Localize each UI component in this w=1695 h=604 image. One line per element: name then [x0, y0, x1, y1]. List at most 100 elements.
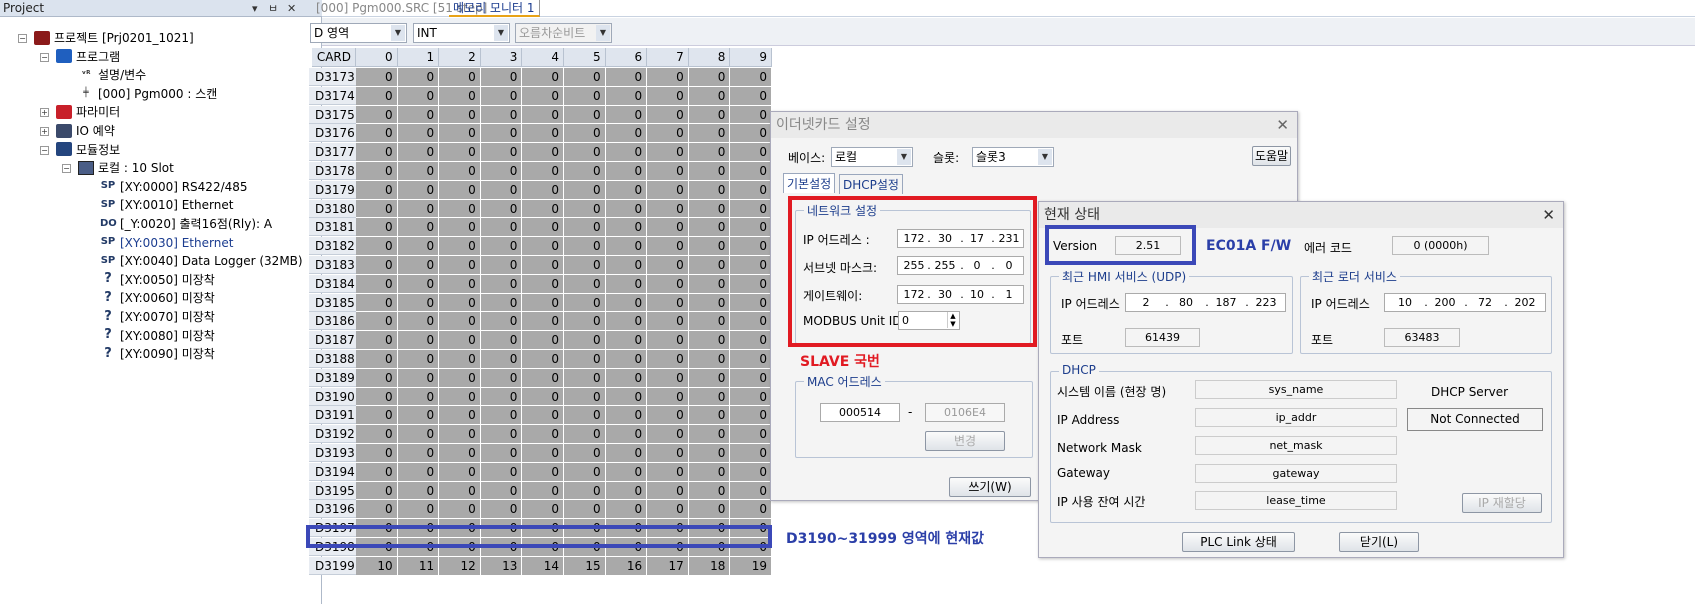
expand-toggle-icon[interactable]: −: [40, 145, 49, 155]
grid-cell[interactable]: 0: [522, 124, 564, 144]
grid-cell[interactable]: 0: [356, 199, 398, 219]
grid-cell[interactable]: 0: [564, 68, 606, 87]
grid-cell[interactable]: 0: [356, 387, 398, 407]
grid-cell[interactable]: 0: [356, 256, 398, 275]
grid-cell[interactable]: 0: [480, 500, 523, 520]
grid-cell[interactable]: 0: [605, 180, 648, 200]
grid-cell[interactable]: 0: [397, 218, 440, 238]
grid-cell[interactable]: 0: [439, 199, 481, 219]
grid-cell[interactable]: 0: [564, 368, 606, 388]
grid-cell[interactable]: 0: [522, 444, 564, 463]
grid-cell[interactable]: 0: [356, 368, 398, 388]
grid-cell[interactable]: 0: [480, 124, 523, 144]
grid-cell[interactable]: 0: [688, 68, 731, 87]
grid-cell[interactable]: 0: [647, 368, 689, 388]
grid-cell[interactable]: 0: [397, 180, 440, 200]
grid-cell[interactable]: 0: [522, 331, 564, 350]
grid-cell[interactable]: 19: [730, 556, 772, 576]
grid-cell[interactable]: 0: [605, 350, 648, 369]
grid-cell[interactable]: 0: [688, 368, 731, 388]
expand-toggle-icon[interactable]: −: [18, 34, 27, 43]
grid-cell[interactable]: 0: [356, 105, 398, 125]
grid-cell[interactable]: 0: [480, 312, 523, 332]
grid-cell[interactable]: 0: [647, 256, 689, 275]
grid-cell[interactable]: 0: [439, 143, 481, 162]
tree-node[interactable]: 파라미터: [56, 103, 120, 121]
grid-cell[interactable]: 0: [356, 312, 398, 332]
grid-cell[interactable]: 0: [522, 312, 564, 332]
grid-cell[interactable]: 0: [730, 331, 772, 350]
grid-cell[interactable]: 0: [647, 143, 689, 162]
grid-cell[interactable]: 0: [439, 425, 481, 444]
grid-cell[interactable]: 0: [356, 143, 398, 162]
grid-cell[interactable]: 0: [480, 462, 523, 482]
grid-cell[interactable]: 0: [688, 481, 731, 501]
grid-cell[interactable]: 0: [688, 350, 731, 369]
tree-node[interactable]: ? [XY:0050] 미장착: [100, 271, 215, 289]
grid-cell[interactable]: 0: [480, 199, 523, 219]
grid-cell[interactable]: 0: [564, 218, 606, 238]
grid-cell[interactable]: 0: [564, 425, 606, 444]
grid-cell[interactable]: 0: [730, 425, 772, 444]
write-button[interactable]: 쓰기(W): [949, 477, 1031, 497]
grid-cell[interactable]: 0: [439, 500, 481, 520]
grid-cell[interactable]: 0: [439, 274, 481, 294]
grid-cell[interactable]: 0: [439, 312, 481, 332]
grid-cell[interactable]: 0: [522, 237, 564, 256]
grid-cell[interactable]: 0: [730, 86, 772, 106]
grid-cell[interactable]: 0: [480, 143, 523, 162]
base-select[interactable]: 로컬 ▼: [831, 147, 913, 167]
tree-node[interactable]: 프로젝트 [Prj0201_1021]: [34, 29, 194, 47]
grid-cell[interactable]: 0: [356, 462, 398, 482]
grid-cell[interactable]: 0: [605, 444, 648, 463]
grid-cell[interactable]: 0: [688, 387, 731, 407]
grid-cell[interactable]: 0: [730, 293, 772, 313]
option-select[interactable]: 오름차순비트 ▼: [515, 23, 612, 43]
grid-cell[interactable]: 0: [647, 481, 689, 501]
grid-cell[interactable]: 0: [647, 425, 689, 444]
grid-cell[interactable]: 0: [647, 86, 689, 106]
grid-cell[interactable]: 0: [688, 462, 731, 482]
grid-cell[interactable]: 0: [730, 218, 772, 238]
grid-cell[interactable]: 0: [356, 68, 398, 87]
grid-cell[interactable]: 0: [522, 500, 564, 520]
grid-cell[interactable]: 0: [688, 293, 731, 313]
grid-cell[interactable]: 0: [564, 180, 606, 200]
grid-cell[interactable]: 0: [522, 293, 564, 313]
grid-cell[interactable]: 0: [397, 162, 440, 181]
grid-cell[interactable]: 0: [605, 105, 648, 125]
grid-cell[interactable]: 0: [522, 68, 564, 87]
grid-cell[interactable]: 0: [356, 237, 398, 256]
grid-cell[interactable]: 0: [439, 105, 481, 125]
grid-cell[interactable]: 0: [397, 368, 440, 388]
grid-cell[interactable]: 0: [356, 481, 398, 501]
grid-cell[interactable]: 0: [730, 143, 772, 162]
grid-cell[interactable]: 0: [647, 68, 689, 87]
grid-cell[interactable]: 0: [730, 105, 772, 125]
tab-dhcp[interactable]: DHCP설정: [839, 174, 903, 194]
grid-cell[interactable]: 0: [730, 68, 772, 87]
tab-basic[interactable]: 기본설정: [783, 173, 836, 193]
grid-cell[interactable]: 0: [397, 199, 440, 219]
grid-cell[interactable]: 0: [522, 256, 564, 275]
grid-cell[interactable]: 17: [647, 556, 689, 576]
tree-node[interactable]: ╪ [000] Pgm000 : 스캔: [78, 85, 217, 103]
grid-cell[interactable]: 0: [522, 86, 564, 106]
grid-cell[interactable]: 0: [688, 500, 731, 520]
grid-cell[interactable]: 0: [647, 180, 689, 200]
grid-cell[interactable]: 0: [605, 425, 648, 444]
grid-cell[interactable]: 0: [688, 274, 731, 294]
grid-cell[interactable]: 0: [605, 481, 648, 501]
grid-cell[interactable]: 0: [730, 162, 772, 181]
tree-node[interactable]: SP [XY:0030] Ethernet: [100, 233, 234, 252]
grid-cell[interactable]: 0: [647, 312, 689, 332]
grid-cell[interactable]: 0: [397, 237, 440, 256]
grid-cell[interactable]: 0: [522, 143, 564, 162]
grid-cell[interactable]: 0: [564, 350, 606, 369]
grid-cell[interactable]: 0: [730, 368, 772, 388]
expand-toggle-icon[interactable]: −: [62, 164, 71, 174]
grid-cell[interactable]: 0: [439, 462, 481, 482]
grid-cell[interactable]: 0: [688, 312, 731, 332]
grid-cell[interactable]: 0: [480, 237, 523, 256]
grid-cell[interactable]: 0: [439, 256, 481, 275]
